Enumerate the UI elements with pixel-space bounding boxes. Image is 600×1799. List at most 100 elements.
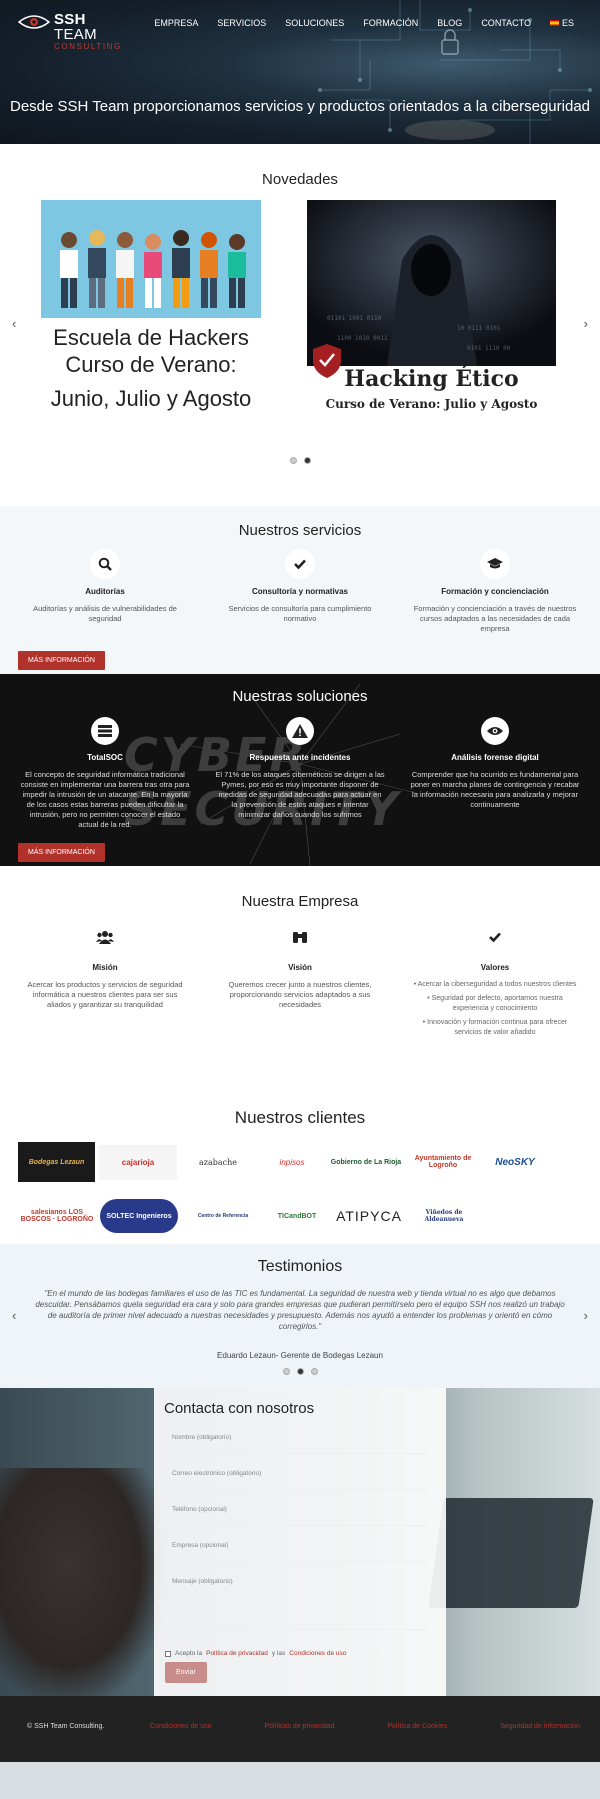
spain-flag-icon [549,20,559,26]
empresa-desc: Queremos crecer junto a nuestros cliente… [228,980,372,1009]
clientes-section: Nuestros clientes Bodegas Lezaun cajario… [0,1106,600,1244]
contact-form: Contacta con nosotros Nombre (obligatori… [154,1388,446,1696]
testimonial-dots [283,1368,318,1375]
copyright-text: © SSH Team Consulting. [27,1723,105,1730]
group-people-illustration [41,200,261,318]
client-logo: Bodegas Lezaun [18,1142,95,1182]
client-logo: ATIPYCA [336,1208,402,1224]
carousel-dot-1[interactable] [290,457,297,464]
contacto-section: Contacta con nosotros Nombre (obligatori… [0,1388,600,1696]
nav-contacto[interactable]: CONTACTO [481,18,531,28]
testimonial-dot-2[interactable] [297,1368,304,1375]
footer-links: Condiciones de uso Políticas de privacid… [150,1723,580,1730]
footer-link-privacidad[interactable]: Políticas de privacidad [264,1723,334,1730]
news-card-escuela-hackers[interactable]: Escuela de Hackers Curso de Verano: Juni… [41,200,261,440]
client-logo: Ayuntamiento de Logroño [414,1155,472,1169]
privacy-checkbox[interactable] [165,1650,171,1657]
testimonial-prev-arrow[interactable]: ‹ [12,1308,16,1323]
footer-link-cookies[interactable]: Política de Cookies [387,1723,447,1730]
client-logo: TICandBOT [277,1212,317,1220]
nav-formacion[interactable]: FORMACIÓN [363,18,418,28]
news-subtitle-hacking: Curso de Verano: Julio y Agosto [325,397,538,411]
send-button[interactable]: Enviar [165,1662,207,1683]
svg-text:10 0111 0101: 10 0111 0101 [457,325,501,332]
service-title: Auditorías [85,587,125,596]
client-logo: azabache [198,1157,237,1167]
soluciones-more-info-button[interactable]: MÁS INFORMACIÓN [18,843,105,862]
valores-list: • Acercar la ciberseguridad a todos nues… [410,980,580,1038]
solution-desc: El 71% de los ataques cibernéticos se di… [215,770,385,819]
nav-blog[interactable]: BLOG [437,18,462,28]
client-logo: Gobierno de La Rioja [330,1158,402,1166]
terms-link[interactable]: Condiciones de uso [289,1650,346,1657]
solution-analisis-forense: Análisis forense digital Comprender que … [410,717,580,810]
hero-header: SSH TEAM CONSULTING EMPRESA SERVICIOS SO… [0,0,600,144]
carousel-prev-arrow[interactable]: ‹ [12,316,16,331]
servicios-section: Nuestros servicios Auditorías Auditorías… [0,506,600,674]
nav-empresa[interactable]: EMPRESA [154,18,198,28]
service-desc: Auditorías y análisis de vulnerabilidade… [33,604,177,623]
carousel-next-arrow[interactable]: › [584,316,588,331]
footer-link-seguridad[interactable]: Seguridad de información [500,1723,580,1730]
valores-item: • Innovación y formación continua para o… [422,1019,568,1036]
section-title-clientes: Nuestros clientes [234,1108,366,1127]
solution-desc: Comprender que ha ocurrido es fundamenta… [410,770,580,809]
footer: © SSH Team Consulting. Condiciones de us… [0,1696,600,1762]
check-icon [285,549,315,579]
logo-title: SSH TEAM [54,11,97,43]
service-desc: Servicios de consultoría para cumplimien… [228,604,372,623]
solution-desc: El concepto de seguridad informática tra… [20,770,190,829]
service-formacion: Formación y concienciación Formación y c… [410,549,580,634]
clients-logos-row-2: salesianos LOS BOSCOS · LOGROÑO SOLTEC I… [18,1199,482,1233]
hooded-hacker-image: 01101 1001 0110 10 0111 0101 1100 1010 00… [307,200,556,366]
section-title-testimonios: Testimonios [257,1258,343,1275]
client-logo: Viñedos de Aldeanueva [424,1209,464,1223]
news-title-line3: Junio, Julio y Agosto [50,386,252,411]
client-logo: inpisos [279,1157,305,1167]
message-field[interactable]: Mensaje (obligatorio) [172,1578,428,1630]
section-title-soluciones: Nuestras soluciones [232,688,368,705]
service-auditorias: Auditorías Auditorías y análisis de vuln… [30,549,180,624]
check-icon [489,932,501,943]
carousel-dots [290,457,311,464]
empresa-section: Nuestra Empresa Misión Acercar los produ… [0,866,600,1106]
language-selector[interactable]: ES [549,18,574,28]
phone-field[interactable]: Teléfono (opcional) [172,1506,428,1526]
solution-totalsoc: TotalSOC El concepto de seguridad inform… [20,717,190,830]
section-title-novedades: Novedades [262,171,338,188]
servicios-more-info-button[interactable]: MÁS INFORMACIÓN [18,651,105,670]
nav-servicios[interactable]: SERVICIOS [217,18,266,28]
client-logo: NeoSKY [495,1156,535,1168]
laptop-background-image [428,1498,594,1608]
email-field[interactable]: Correo electrónico (obligatorio) [172,1470,428,1490]
solution-title: Respuesta ante incidentes [249,753,351,762]
testimonios-section: Testimonios ‹ › "En el mundo de las bode… [0,1244,600,1388]
empresa-desc: Acercar los productos y servicios de seg… [27,980,183,1009]
news-card-hacking-etico[interactable]: 01101 1001 0110 10 0111 0101 1100 1010 00… [307,200,556,440]
logo-subtitle: CONSULTING [54,42,122,51]
testimonial-quote: "En el mundo de las bodegas familiares e… [35,1289,565,1331]
bottom-spacer [0,1762,600,1799]
contact-form-title: Contacta con nosotros [164,1400,315,1417]
consent-text-pre: Acepto la [175,1650,203,1657]
person-background-image [0,1468,170,1696]
testimonial-next-arrow[interactable]: › [584,1308,588,1323]
privacy-policy-link[interactable]: Política de privacidad [206,1650,268,1657]
service-title: Consultoría y normativas [251,587,349,596]
testimonial-author: Eduardo Lezaun- Gerente de Bodegas Lezau… [217,1351,383,1360]
site-logo[interactable]: SSH TEAM CONSULTING [18,12,128,51]
name-field[interactable]: Nombre (obligatorio) [172,1434,428,1454]
privacy-consent: Acepto la Política de privacidad y las C… [165,1650,346,1657]
carousel-dot-2[interactable] [304,457,311,464]
eye-logo-icon [18,15,50,29]
testimonial-dot-1[interactable] [283,1368,290,1375]
top-navigation-bar: SSH TEAM CONSULTING EMPRESA SERVICIOS SO… [0,0,600,51]
nav-soluciones[interactable]: SOLUCIONES [285,18,344,28]
testimonial-dot-3[interactable] [311,1368,318,1375]
service-desc: Formación y concienciación a través de n… [413,604,577,633]
company-field[interactable]: Empresa (opcional) [172,1542,428,1562]
empresa-title: Valores [480,963,510,972]
eye-icon [481,717,509,745]
solution-respuesta-incidentes: Respuesta ante incidentes El 71% de los … [215,717,385,820]
footer-link-condiciones[interactable]: Condiciones de uso [150,1723,212,1730]
